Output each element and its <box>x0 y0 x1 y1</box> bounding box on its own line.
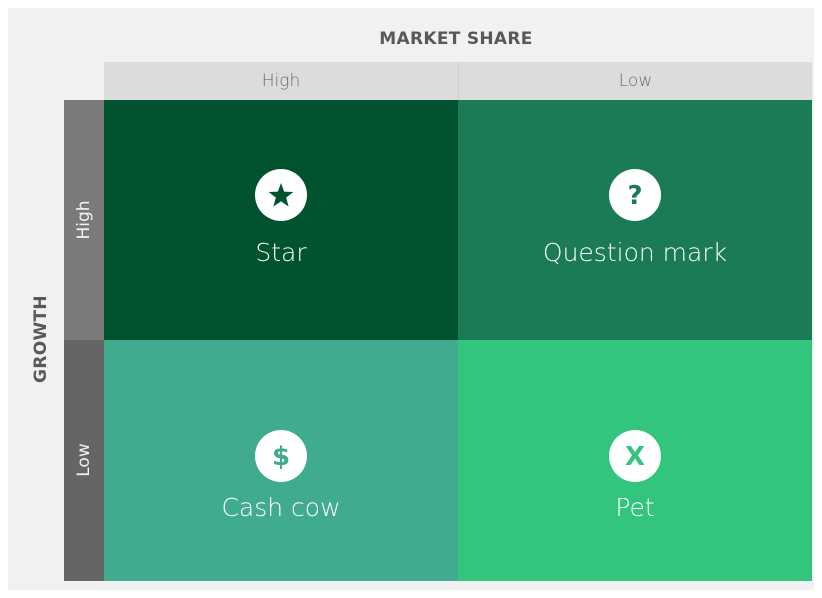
quadrant-cash-cow: $ Cash cow <box>104 340 458 581</box>
quadrant-pet-label: Pet <box>615 493 655 522</box>
quadrant-question-mark-label: Question mark <box>542 238 728 267</box>
quadrant-star: Star <box>104 100 458 340</box>
x-icon: X <box>609 430 661 482</box>
column-header-low: Low <box>458 62 812 100</box>
y-axis-title: GROWTH <box>31 295 51 383</box>
row-header-low: Low <box>64 340 104 581</box>
column-header-low-label: Low <box>618 71 653 91</box>
svg-text:X: X <box>625 442 645 472</box>
column-header-high: High <box>104 62 458 100</box>
row-header-high-label: High <box>74 200 94 240</box>
question-mark-icon: ? <box>609 169 661 221</box>
svg-text:?: ? <box>627 181 642 211</box>
x-axis-title: MARKET SHARE <box>379 29 533 49</box>
dollar-icon: $ <box>255 430 307 482</box>
quadrant-star-label: Star <box>255 238 307 267</box>
quadrant-cash-cow-label: Cash cow <box>221 493 341 522</box>
column-header-high-label: High <box>261 71 301 91</box>
quadrant-question-mark: ? Question mark <box>458 100 812 340</box>
svg-text:$: $ <box>272 442 290 472</box>
row-header-high: High <box>64 100 104 340</box>
row-header-low-label: Low <box>74 443 94 477</box>
star-icon <box>255 169 307 221</box>
quadrant-pet: X Pet <box>458 340 812 581</box>
